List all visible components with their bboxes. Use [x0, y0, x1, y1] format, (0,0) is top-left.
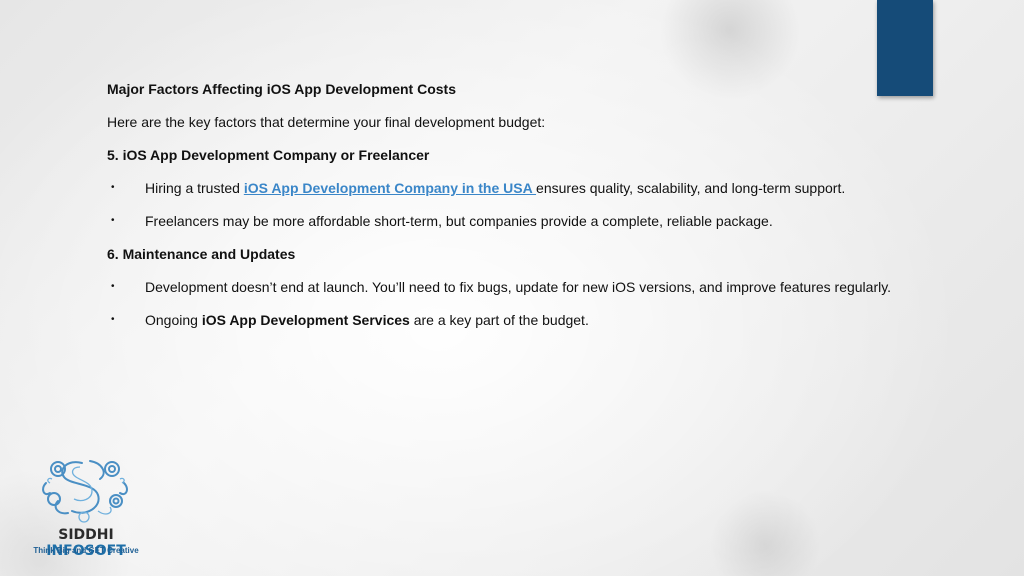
bullet-text: Freelancers may be more affordable short…: [145, 213, 773, 229]
section-5-title: 5. iOS App Development Company or Freela…: [107, 147, 430, 163]
bullet-icon: •: [111, 281, 115, 292]
slide-heading: Major Factors Affecting iOS App Developm…: [107, 81, 457, 97]
section-6-title: 6. Maintenance and Updates: [107, 246, 296, 262]
list-item: • Development doesn’t end at launch. You…: [107, 277, 937, 297]
bullet-text-before: Ongoing: [145, 312, 202, 328]
bullet-bold-text: iOS App Development Services: [201, 312, 410, 328]
company-logo: SIDDHI INFOSOFT Think Big and GET Creati…: [24, 455, 148, 560]
bullet-text-before: Hiring a trusted: [145, 180, 244, 196]
list-item: • Hiring a trusted iOS App Development C…: [107, 178, 937, 198]
ios-company-usa-link[interactable]: iOS App Development Company in the USA: [244, 180, 536, 196]
bullet-text-after: ensures quality, scalability, and long-t…: [536, 180, 846, 196]
bullet-icon: •: [111, 182, 115, 193]
bullet-text-after: are a key part of the budget.: [409, 312, 589, 328]
bullet-text: Development doesn’t end at launch. You’l…: [145, 279, 892, 295]
bullet-icon: •: [111, 314, 115, 325]
list-item: • Ongoing iOS App Development Services a…: [107, 310, 937, 330]
swirl-s-emblem-icon: [42, 460, 128, 523]
slide-content: Major Factors Affecting iOS App Developm…: [107, 79, 937, 343]
logo-tagline: Think Big and GET Creative: [33, 546, 139, 555]
list-item: • Freelancers may be more affordable sho…: [107, 211, 937, 231]
bullet-icon: •: [111, 215, 115, 226]
intro-text: Here are the key factors that determine …: [107, 114, 546, 130]
